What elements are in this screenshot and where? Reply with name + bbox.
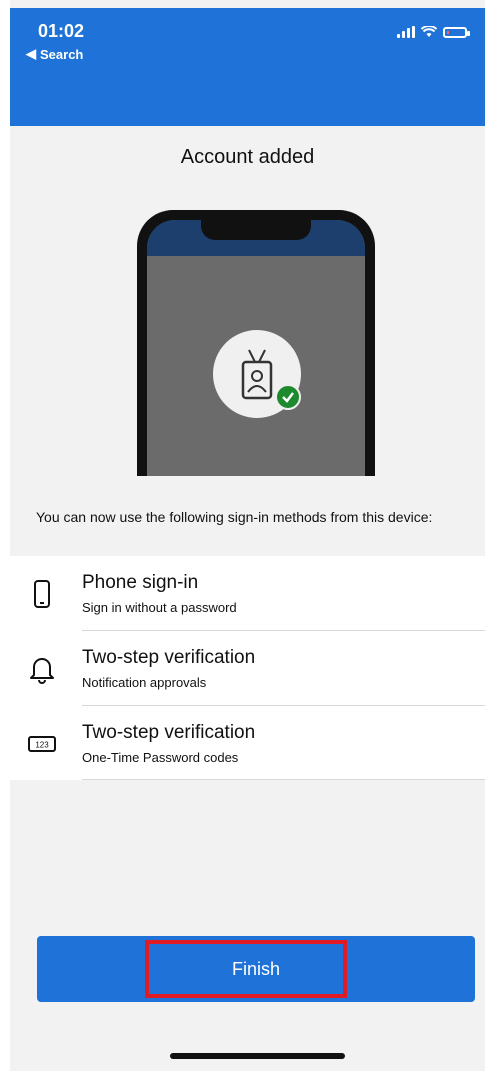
back-link-label: Search (40, 46, 84, 62)
success-check-icon (275, 384, 301, 410)
phone-illustration (137, 210, 375, 476)
phone-icon (34, 580, 50, 608)
battery-icon (443, 26, 470, 38)
method-sublabel: Sign in without a password (82, 600, 237, 615)
home-indicator[interactable] (170, 1053, 345, 1059)
method-label: Two-step verification (82, 647, 256, 668)
page-title: Account added (180, 146, 315, 168)
phone-screen (147, 220, 365, 476)
wifi-icon (421, 26, 437, 37)
sign-in-methods-list: Phone sign-in Sign in without a password… (10, 556, 485, 780)
finish-button[interactable]: Finish (37, 936, 475, 1002)
divider (82, 779, 485, 780)
battery-fill (447, 30, 449, 34)
bell-icon (30, 658, 54, 684)
phone-notch (201, 220, 311, 240)
otp-icon-text: 123 (35, 741, 49, 750)
cellular-signal-icon (397, 26, 415, 38)
method-label: Two-step verification (82, 722, 256, 743)
method-sublabel: Notification approvals (82, 675, 207, 690)
header-bar: 01:02 ◀ Search (10, 8, 485, 126)
status-time: 01:02 (38, 21, 85, 41)
sign-in-methods-description: You can now use the following sign-in me… (36, 509, 433, 525)
method-phone-sign-in: Phone sign-in Sign in without a password (10, 556, 485, 630)
otp-code-icon: 123 (28, 736, 56, 752)
method-notification-approvals: Two-step verification Notification appro… (10, 631, 485, 705)
method-one-time-password: 123 Two-step verification One-Time Passw… (10, 706, 485, 780)
left-frame-edge (0, 0, 10, 1071)
right-frame-edge (485, 0, 491, 1071)
back-to-search-link[interactable]: ◀ Search (26, 46, 83, 62)
status-indicators (397, 26, 470, 38)
method-label: Phone sign-in (82, 572, 199, 593)
back-arrow-icon: ◀ (26, 46, 36, 61)
method-sublabel: One-Time Password codes (82, 750, 239, 765)
